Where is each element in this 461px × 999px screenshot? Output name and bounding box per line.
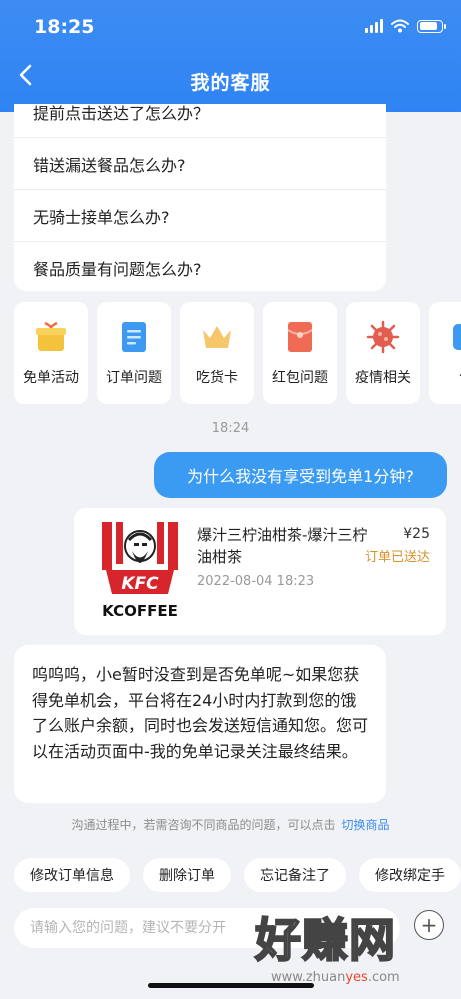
order-card[interactable]: KFC KCOFFEE 爆汁三柠油柑茶-爆汁三柠油柑茶 ¥25 订单已送达 20…: [74, 508, 446, 635]
signal-icon: [365, 19, 383, 33]
shortcut-label: 免单活动: [23, 370, 79, 386]
quick-action-button[interactable]: 忘记备注了: [244, 858, 346, 892]
switch-product-link[interactable]: 切换商品: [342, 818, 390, 832]
order-price: ¥25: [403, 526, 430, 542]
quick-action-button[interactable]: 删除订单: [143, 858, 231, 892]
shortcut-foodie-card[interactable]: 吃货卡: [180, 302, 254, 404]
virus-icon: [366, 320, 400, 354]
order-status: 订单已送达: [364, 550, 430, 565]
shortcut-label: 疫情相关: [355, 370, 411, 386]
tip-text: 沟通过程中，若需咨询不同商品的问题，可以点击: [71, 818, 336, 832]
status-time: 18:25: [34, 16, 95, 38]
shortcut-epidemic[interactable]: 疫情相关: [346, 302, 420, 404]
page-title: 我的客服: [190, 72, 271, 94]
bot-message-text: 呜呜呜，小e暂时没查到是否免单呢~如果您获得免单机会，平台将在24小时内打款到您…: [32, 665, 369, 761]
quick-action-button[interactable]: 修改绑定手: [359, 858, 461, 892]
bot-message-bubble: 呜呜呜，小e暂时没查到是否免单呢~如果您获得免单机会，平台将在24小时内打款到您…: [14, 645, 386, 803]
faq-item[interactable]: 无骑士接单怎么办?: [14, 190, 386, 242]
shortcut-label: 订单问题: [106, 370, 162, 386]
battery-level: [419, 22, 438, 30]
kcoffee-logo-text: KCOFFEE: [102, 602, 178, 620]
shortcut-order-issue[interactable]: 订单问题: [97, 302, 171, 404]
order-time: 2022-08-04 18:23: [197, 574, 315, 589]
shortcut-red-envelope[interactable]: 红包问题: [263, 302, 337, 404]
quick-action-button[interactable]: 修改订单信息: [14, 858, 130, 892]
gift-icon: [36, 321, 66, 351]
partial-icon: [453, 324, 461, 350]
top-bar: 18:25 我的客服: [0, 0, 461, 112]
shortcut-row: 免单活动 订单问题 吃货卡 红包问题 疫情相关: [14, 302, 461, 404]
shortcut-label: 红包问题: [272, 370, 328, 386]
shortcut-more[interactable]: 合: [429, 302, 461, 404]
quick-action-row: 修改订单信息 删除订单 忘记备注了 修改绑定手: [14, 858, 461, 892]
faq-item[interactable]: 餐品质量有问题怎么办?: [14, 242, 386, 291]
wifi-icon: [391, 19, 409, 33]
user-message-text: 为什么我没有享受到免单1分钟?: [187, 467, 414, 486]
faq-card: 提前点击送达了怎么办？ 错送漏送餐品怎么办? 无骑士接单怎么办? 餐品质量有问题…: [14, 104, 386, 291]
shortcut-label: 吃货卡: [196, 370, 238, 386]
user-message-bubble: 为什么我没有享受到免单1分钟?: [154, 452, 447, 498]
order-item-name: 爆汁三柠油柑茶-爆汁三柠油柑茶: [197, 526, 368, 566]
document-icon: [122, 322, 146, 352]
watermark-title: 好赚网: [254, 913, 396, 967]
battery-icon: [417, 19, 446, 33]
red-envelope-icon: [287, 322, 313, 352]
chat-time-divider: 18:24: [211, 421, 250, 436]
kfc-logo: KFC KCOFFEE: [102, 522, 178, 620]
faq-item[interactable]: 提前点击送达了怎么办？: [14, 104, 386, 138]
home-indicator: [148, 983, 314, 988]
faq-item[interactable]: 错送漏送餐品怎么办?: [14, 138, 386, 190]
kfc-logo-text: KFC: [121, 574, 159, 594]
shortcut-free-order[interactable]: 免单活动: [14, 302, 88, 404]
switch-product-tip: 沟通过程中，若需咨询不同商品的问题，可以点击 切换商品: [0, 816, 461, 833]
crown-icon: [203, 326, 231, 348]
status-icons: [365, 19, 446, 33]
